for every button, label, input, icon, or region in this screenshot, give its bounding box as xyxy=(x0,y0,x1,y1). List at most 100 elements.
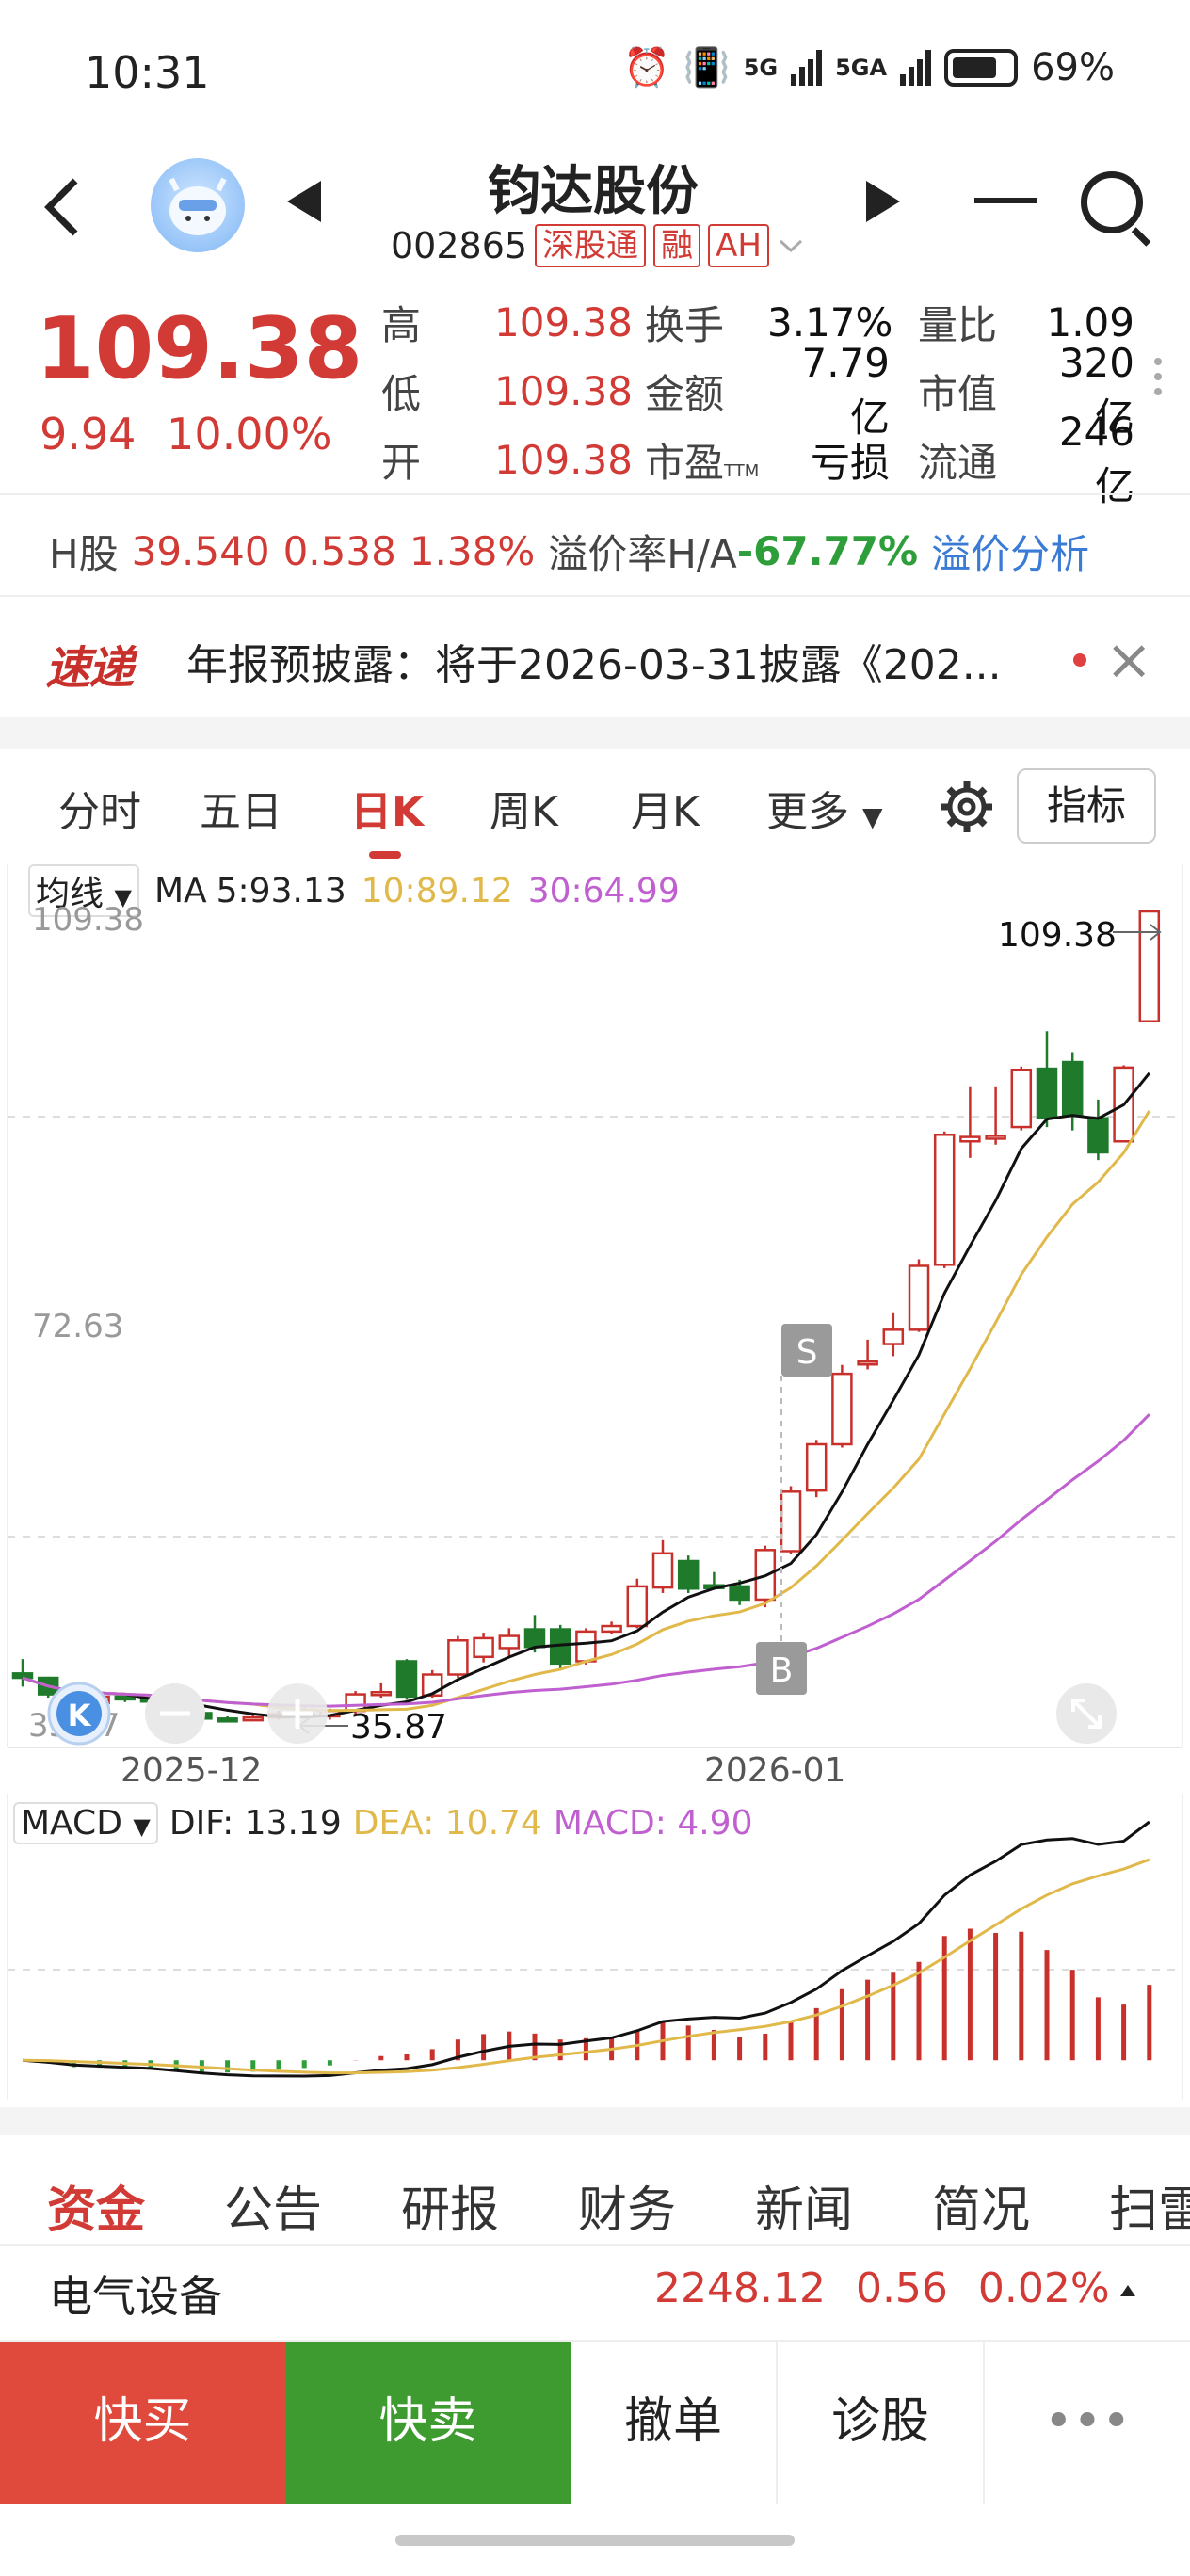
sector-value: 2248.12 xyxy=(654,2264,826,2312)
quick-sell-button[interactable]: 快卖 xyxy=(285,2340,571,2504)
tab-five-day[interactable]: 五日 xyxy=(200,778,282,838)
tab-weekly-k[interactable]: 周K xyxy=(490,778,558,838)
indicator-button[interactable]: 指标 xyxy=(1017,768,1156,844)
section-gap xyxy=(0,2107,1190,2135)
candle-down xyxy=(729,1585,750,1602)
quote-grid: 高 109.38 换手 3.17% 量比 1.09 低 109.38 金额 7.… xyxy=(381,288,1134,509)
more-vertical-icon[interactable] xyxy=(1154,358,1162,403)
label-volume-ratio: 量比 xyxy=(918,302,998,348)
tab-risk-scan[interactable]: 扫雷 xyxy=(1109,2170,1190,2241)
ma5-line xyxy=(22,1071,1150,1719)
premium-label: 溢价率H/A xyxy=(548,531,737,577)
candle-up xyxy=(933,1134,956,1266)
sell-signal-marker: S xyxy=(796,1333,818,1372)
tab-news[interactable]: 新闻 xyxy=(755,2170,853,2241)
divider xyxy=(0,493,1190,495)
avatar[interactable] xyxy=(151,158,245,252)
kline-chart[interactable]: 109.38 72.63 35.87 S B 109.38 35.87 K xyxy=(0,864,1190,1749)
label-high: 高 xyxy=(381,302,422,348)
unread-dot-icon xyxy=(1073,653,1086,667)
candle-down xyxy=(1036,1067,1058,1119)
sector-change: 0.56 xyxy=(855,2264,948,2312)
cancel-order-button[interactable]: 撤单 xyxy=(571,2340,778,2504)
h-share-price: 39.540 xyxy=(131,528,270,574)
candle-up xyxy=(959,1135,981,1143)
candle-up xyxy=(447,1638,469,1676)
value-high: 109.38 xyxy=(494,299,633,346)
fullscreen-icon[interactable] xyxy=(1056,1683,1117,1744)
more-options-button[interactable]: ••• xyxy=(985,2340,1190,2504)
gear-icon[interactable] xyxy=(940,780,994,834)
premium-analysis-link[interactable]: 溢价分析 xyxy=(931,523,1089,580)
tab-more[interactable]: 更多 ▼ xyxy=(766,778,883,838)
buy-signal-marker: B xyxy=(770,1651,794,1690)
h-share-row[interactable]: H股 39.540 0.538 1.38% 溢价率H/A -67.77% 溢价分… xyxy=(49,523,1089,580)
k-logo-icon[interactable]: K xyxy=(47,1682,111,1746)
cow-mascot-icon xyxy=(169,177,227,235)
tab-monthly-k[interactable]: 月K xyxy=(631,778,700,838)
next-stock-button[interactable] xyxy=(866,181,900,222)
sector-row[interactable]: 电气设备 2248.12 0.56 0.02% xyxy=(0,2246,1190,2340)
chevron-down-icon[interactable] xyxy=(777,236,805,255)
stock-name: 钧达股份 xyxy=(488,161,699,222)
minimize-icon[interactable] xyxy=(974,198,1037,203)
label-float: 流通 xyxy=(918,440,998,486)
tag-sgt: 深股通 xyxy=(535,224,647,267)
network-5g-label: 5G xyxy=(743,54,779,81)
label-pe-sub: TTM xyxy=(724,461,760,481)
candle-up xyxy=(498,1634,521,1650)
value-open: 109.38 xyxy=(494,437,633,483)
diagnose-button[interactable]: 诊股 xyxy=(778,2340,985,2504)
search-icon[interactable] xyxy=(1081,171,1143,233)
sector-values: 2248.12 0.56 0.02% xyxy=(654,2264,1110,2312)
value-low: 109.38 xyxy=(494,368,633,414)
macd-lines xyxy=(22,1820,1150,2078)
candle-up xyxy=(473,1636,494,1659)
candle-up xyxy=(831,1372,853,1446)
quick-buy-button[interactable]: 快买 xyxy=(0,2340,285,2504)
candle-up xyxy=(908,1264,930,1331)
premium-value: -67.77% xyxy=(736,528,919,574)
dif-line xyxy=(22,1820,1150,2078)
label-turnover: 换手 xyxy=(645,302,725,348)
expand-up-icon[interactable] xyxy=(1120,2285,1135,2296)
news-text[interactable]: 年报预披露：将于2026-03-31披露《202... xyxy=(186,631,1062,691)
candle-up xyxy=(882,1328,905,1345)
back-arrow-icon[interactable] xyxy=(36,169,92,245)
candle-up xyxy=(370,1690,393,1697)
tab-finance[interactable]: 财务 xyxy=(578,2170,676,2241)
candle-down xyxy=(677,1559,700,1590)
divider xyxy=(0,2340,1190,2342)
label-market-cap: 市值 xyxy=(918,371,998,417)
value-float: 246亿 xyxy=(1058,408,1134,509)
caret-down-icon: ▼ xyxy=(862,801,883,832)
info-tabs: 资金 公告 研报 财务 新闻 简况 扫雷 xyxy=(0,2151,1190,2246)
candle-up xyxy=(651,1552,674,1589)
close-icon[interactable]: × xyxy=(1105,627,1152,693)
status-icons: ⏰ 📳 5G 5GA 69% xyxy=(623,45,1115,90)
bottom-action-bar: 快买 快卖 撤单 诊股 ••• xyxy=(0,2340,1190,2504)
prev-stock-button[interactable] xyxy=(287,181,321,222)
tab-research[interactable]: 研报 xyxy=(401,2170,499,2241)
tab-announcements[interactable]: 公告 xyxy=(224,2170,322,2241)
value-amount: 7.79亿 xyxy=(801,339,890,441)
tab-profile[interactable]: 简况 xyxy=(932,2170,1030,2241)
candle-up xyxy=(780,1490,802,1553)
period-tabs: 分时 五日 日K 周K 月K 更多 ▼ 指标 xyxy=(0,749,1190,862)
zoom-out-icon[interactable] xyxy=(145,1683,205,1744)
y-label-mid: 72.63 xyxy=(32,1308,123,1345)
news-logo: 速递 xyxy=(45,642,134,695)
h-share-pct: 1.38% xyxy=(409,528,536,574)
candle-up xyxy=(626,1585,649,1628)
tab-daily-k[interactable]: 日K xyxy=(350,778,424,838)
stock-code-row: 002865 深股通 融 AH xyxy=(391,224,805,267)
zoom-in-icon[interactable] xyxy=(267,1683,328,1744)
macd-chart[interactable] xyxy=(0,1794,1190,2104)
tab-capital[interactable]: 资金 xyxy=(47,2170,145,2241)
tab-intraday[interactable]: 分时 xyxy=(58,778,141,838)
news-ticker[interactable]: 速递 年报预披露：将于2026-03-31披露《202... × xyxy=(0,603,1190,716)
status-bar: 10:31 ⏰ 📳 5G 5GA 69% xyxy=(0,0,1190,141)
home-indicator[interactable] xyxy=(395,2535,795,2546)
ma10-line xyxy=(22,1110,1151,1713)
candle-down xyxy=(523,1628,546,1649)
